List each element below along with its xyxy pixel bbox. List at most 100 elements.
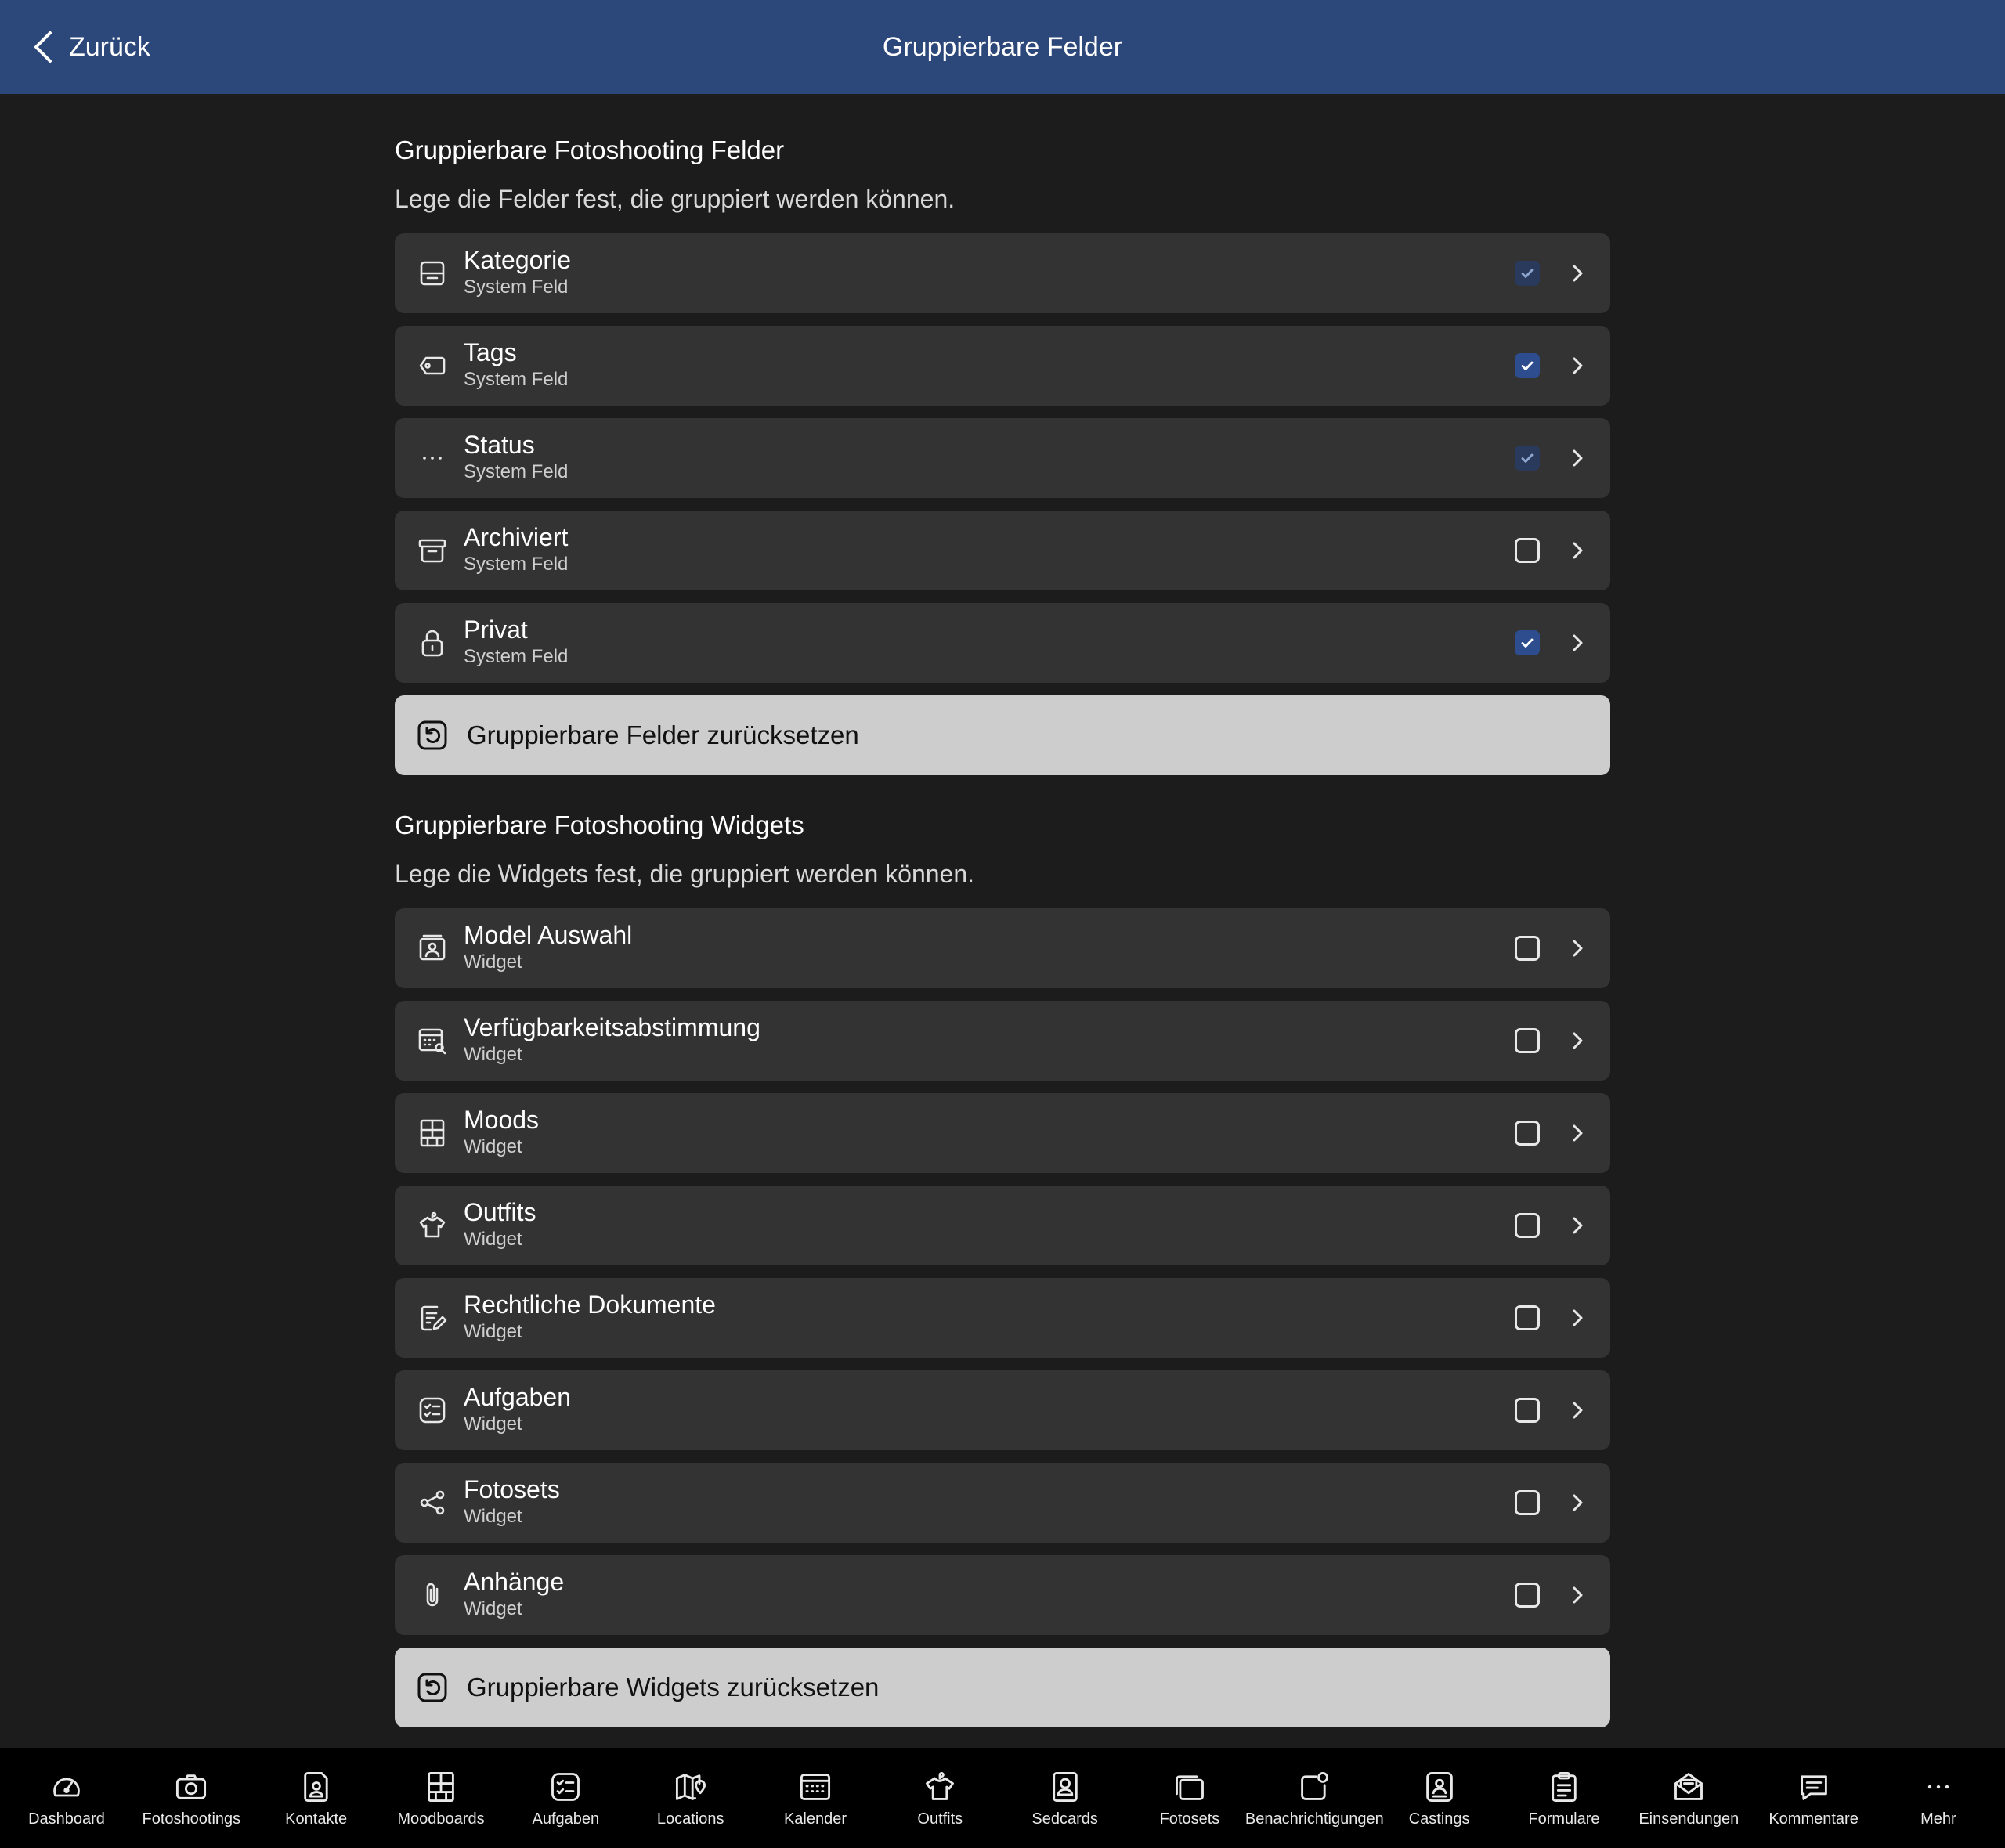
- tab-moodboards[interactable]: Moodboards: [382, 1748, 500, 1848]
- tasks-icon: [551, 1773, 580, 1801]
- chevron-right-icon[interactable]: [1565, 936, 1590, 961]
- tab-label: Mehr: [1920, 1810, 1956, 1828]
- tab-kommentare[interactable]: Kommentare: [1755, 1748, 1873, 1848]
- item-checkbox[interactable]: [1515, 353, 1540, 378]
- item-checkbox[interactable]: [1515, 936, 1540, 961]
- item-text: Aufgaben Widget: [464, 1381, 571, 1436]
- tab-fotosets[interactable]: Fotosets: [1131, 1748, 1248, 1848]
- item-checkbox[interactable]: [1515, 1583, 1540, 1608]
- reset-fields-label: Gruppierbare Felder zurücksetzen: [467, 720, 859, 749]
- list-item[interactable]: Aufgaben Widget: [395, 1370, 1610, 1450]
- lock-icon: [417, 627, 448, 659]
- tab-aufgaben[interactable]: Aufgaben: [507, 1748, 624, 1848]
- back-label: Zurück: [69, 31, 150, 62]
- item-type: Widget: [464, 1136, 522, 1157]
- chevron-right-icon[interactable]: [1565, 1305, 1590, 1330]
- chevron-left-icon: [34, 31, 52, 63]
- item-name: Anhänge: [464, 1568, 565, 1596]
- item-name: Archiviert: [464, 523, 569, 551]
- checkmark-icon: [1521, 269, 1534, 278]
- item-checkbox[interactable]: [1515, 538, 1540, 563]
- item-checkbox[interactable]: [1515, 1398, 1540, 1423]
- list-item[interactable]: Model Auswahl Widget: [395, 908, 1610, 988]
- reset-fields-button[interactable]: Gruppierbare Felder zurücksetzen: [395, 695, 1610, 775]
- settings-content: Gruppierbare Fotoshooting Felder Lege di…: [395, 94, 1610, 1727]
- archive-icon: [417, 535, 448, 566]
- chevron-right-icon[interactable]: [1565, 630, 1590, 655]
- tab-locations[interactable]: Locations: [632, 1748, 750, 1848]
- tab-dashboard[interactable]: Dashboard: [8, 1748, 125, 1848]
- back-button[interactable]: Zurück: [30, 0, 150, 94]
- item-checkbox[interactable]: [1515, 630, 1540, 655]
- chevron-right-icon[interactable]: [1565, 1028, 1590, 1053]
- list-item[interactable]: Tags System Feld: [395, 326, 1610, 406]
- tab-label: Aufgaben: [532, 1810, 600, 1828]
- reset-widgets-button[interactable]: Gruppierbare Widgets zurücksetzen: [395, 1648, 1610, 1727]
- tab-label: Kommentare: [1768, 1810, 1859, 1828]
- list-item[interactable]: Fotosets Widget: [395, 1463, 1610, 1543]
- list-item[interactable]: Privat System Feld: [395, 603, 1610, 683]
- widgets-list: Model Auswahl Widget Verfügbarkeitsabsti…: [395, 908, 1610, 1635]
- ellipsis-icon: [423, 457, 442, 460]
- item-type: System Feld: [464, 646, 569, 667]
- notification-icon: [1301, 1771, 1329, 1800]
- chevron-right-icon[interactable]: [1565, 538, 1590, 563]
- photoset-icon: [1176, 1775, 1204, 1800]
- list-item[interactable]: Verfügbarkeitsabstimmung Widget: [395, 1001, 1610, 1081]
- tab-label: Outfits: [917, 1810, 963, 1828]
- tab-outfits[interactable]: Outfits: [881, 1748, 999, 1848]
- tab-fotoshootings[interactable]: Fotoshootings: [132, 1748, 250, 1848]
- casting-icon: [1425, 1771, 1453, 1803]
- chevron-right-icon[interactable]: [1565, 1583, 1590, 1608]
- tab-kalender[interactable]: Kalender: [757, 1748, 874, 1848]
- chevron-right-icon[interactable]: [1565, 261, 1590, 286]
- paperclip-icon: [426, 1583, 439, 1607]
- list-item[interactable]: Moods Widget: [395, 1093, 1610, 1173]
- lock-icon: [421, 630, 443, 657]
- chevron-right-icon[interactable]: [1565, 446, 1590, 471]
- item-type: System Feld: [464, 461, 569, 482]
- tab-formulare[interactable]: Formulare: [1505, 1748, 1623, 1848]
- tab-label: Fotosets: [1159, 1810, 1220, 1828]
- share-icon: [417, 1487, 448, 1518]
- fields-section-description: Lege die Felder fest, die gruppiert werd…: [395, 185, 956, 213]
- list-item[interactable]: Archiviert System Feld: [395, 511, 1610, 590]
- page-title: Gruppierbare Felder: [882, 31, 1123, 62]
- moodboard-icon: [420, 1119, 445, 1147]
- item-name: Verfügbarkeitsabstimmung: [464, 1013, 760, 1041]
- tab-sedcards[interactable]: Sedcards: [1006, 1748, 1124, 1848]
- tab-benachrichtigungen[interactable]: Benachrichtigungen: [1245, 1748, 1384, 1848]
- list-item[interactable]: Kategorie System Feld: [395, 233, 1610, 313]
- chevron-right-icon[interactable]: [1565, 1213, 1590, 1238]
- chevron-right-icon[interactable]: [1565, 1121, 1590, 1146]
- tab-castings[interactable]: Castings: [1381, 1748, 1498, 1848]
- item-checkbox[interactable]: [1515, 446, 1540, 471]
- tab-label: Kalender: [783, 1810, 847, 1828]
- item-checkbox[interactable]: [1515, 1028, 1540, 1053]
- item-checkbox[interactable]: [1515, 1213, 1540, 1238]
- tab-kontakte[interactable]: Kontakte: [258, 1748, 375, 1848]
- clipboard-icon: [1552, 1771, 1577, 1803]
- reset-widgets-label: Gruppierbare Widgets zurücksetzen: [467, 1673, 880, 1702]
- item-name: Aufgaben: [464, 1383, 572, 1411]
- item-text: Fotosets Widget: [464, 1474, 560, 1529]
- inbox-icon: [417, 258, 448, 289]
- tag-icon: [419, 356, 446, 375]
- item-text: Model Auswahl Widget: [464, 919, 632, 974]
- list-item[interactable]: Status System Feld: [395, 418, 1610, 498]
- item-checkbox[interactable]: [1515, 1121, 1540, 1146]
- chevron-right-icon[interactable]: [1565, 1490, 1590, 1515]
- chevron-right-icon[interactable]: [1565, 1398, 1590, 1423]
- list-item[interactable]: Outfits Widget: [395, 1186, 1610, 1265]
- item-checkbox[interactable]: [1515, 261, 1540, 286]
- tab-mehr[interactable]: Mehr: [1880, 1748, 1997, 1848]
- tab-einsendungen[interactable]: Einsendungen: [1630, 1748, 1747, 1848]
- list-item[interactable]: Rechtliche Dokumente Widget: [395, 1278, 1610, 1358]
- shirt-icon: [419, 1211, 446, 1238]
- item-checkbox[interactable]: [1515, 1490, 1540, 1515]
- item-text: Moods Widget: [464, 1104, 539, 1159]
- chevron-right-icon[interactable]: [1565, 353, 1590, 378]
- item-checkbox[interactable]: [1515, 1305, 1540, 1330]
- list-item[interactable]: Anhänge Widget: [395, 1555, 1610, 1635]
- item-text: Outfits Widget: [464, 1197, 536, 1251]
